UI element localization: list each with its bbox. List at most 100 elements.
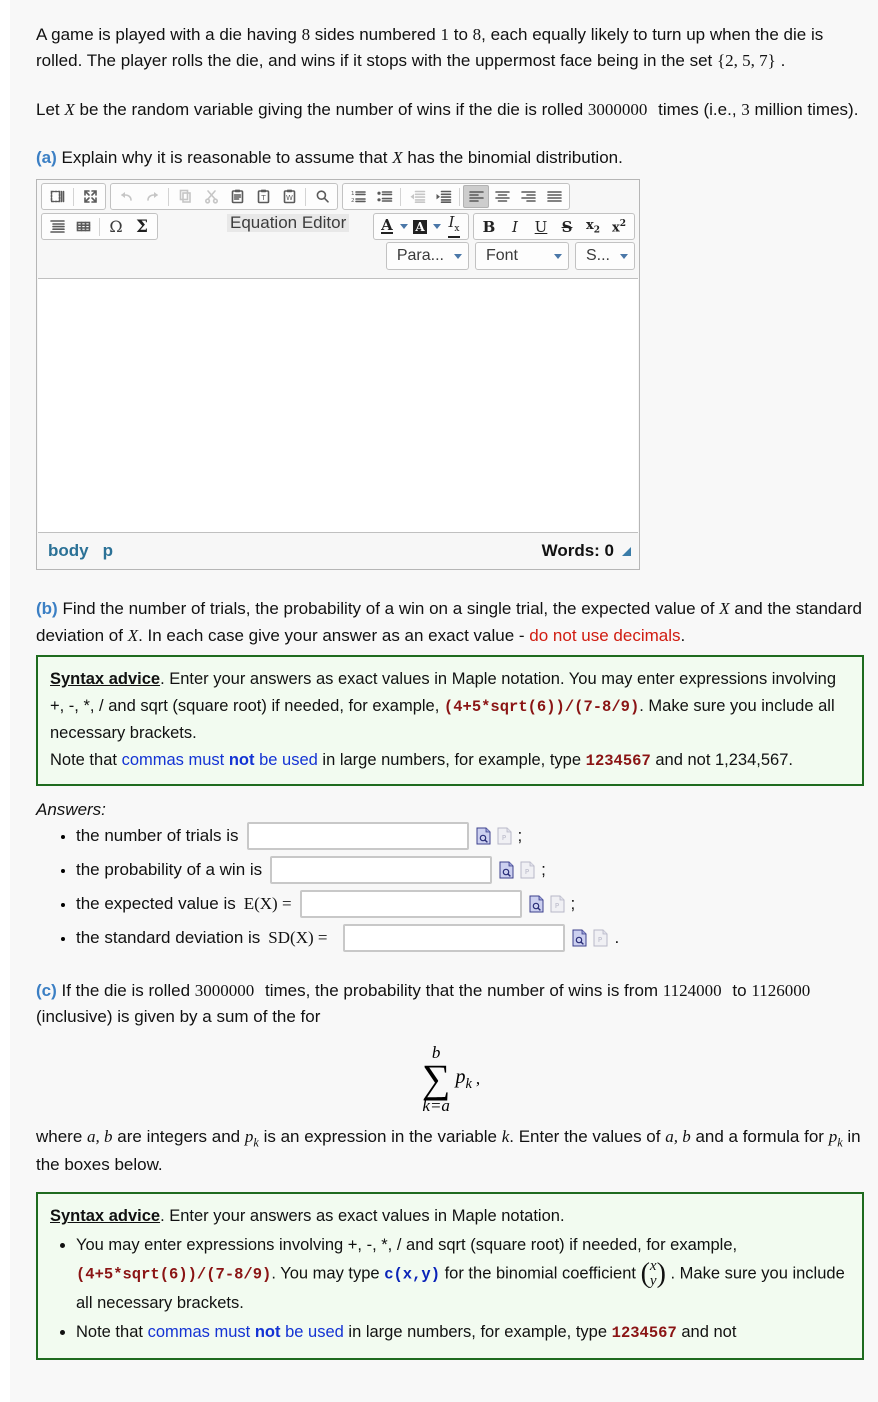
advice2-bullet2-b: in large numbers, for example, type: [348, 1322, 608, 1341]
background-color-icon[interactable]: A: [409, 215, 431, 238]
paragraph-format-select[interactable]: Para...: [385, 242, 469, 271]
align-left-icon[interactable]: [463, 185, 489, 209]
background-color-dropdown-caret[interactable]: [431, 215, 442, 238]
superscript-icon[interactable]: x2: [606, 215, 632, 238]
intro-millions: 3: [741, 99, 750, 119]
intro-number-from: 1: [440, 25, 450, 44]
special-char-icon[interactable]: Ω: [103, 215, 129, 238]
preview-answer-icon[interactable]: [476, 827, 491, 845]
justify-icon[interactable]: [541, 185, 567, 208]
source-icon[interactable]: [44, 185, 70, 208]
binom-bottom: y: [649, 1273, 657, 1290]
paste-word-icon[interactable]: W: [276, 185, 302, 208]
syntax-advice-1-paragraph: Syntax advice. Enter your answers as exa…: [50, 666, 850, 747]
advice2-bullet1-a: You may enter expressions involving +, -…: [76, 1236, 738, 1254]
advice2-bullet2-a: Note that: [76, 1322, 143, 1341]
resize-handle-icon[interactable]: [622, 546, 631, 556]
commas-note-mid: in large numbers, for example, type: [322, 750, 582, 769]
part-b-question: (b) Find the number of trials, the proba…: [36, 596, 866, 649]
binom-left-paren: (: [640, 1258, 650, 1290]
preview-answer-icon[interactable]: [572, 929, 587, 947]
answer-label: the probability of a win is: [76, 859, 263, 879]
toolbar-group-document: [41, 183, 106, 211]
answer-punctuation: .: [614, 927, 620, 947]
standard-deviation-input[interactable]: [343, 923, 566, 952]
intro-text-2c: times (i.e.,: [658, 99, 737, 119]
intro-text-2b: be the random variable giving the number…: [79, 99, 584, 119]
underline-icon[interactable]: U: [528, 215, 554, 238]
commas-note-code: 1234567: [585, 751, 651, 770]
intro-paragraph-1: A game is played with a die having 8 sid…: [36, 22, 866, 75]
toolbar-group-clipboard: T W: [110, 183, 338, 211]
font-select[interactable]: Font: [474, 242, 569, 271]
advice2-bullet1-code-1: (4+5*sqrt(6))/(7-8/9): [76, 1265, 272, 1284]
number-of-trials-input[interactable]: [246, 821, 469, 850]
advice2-bullet2-code: 1234567: [611, 1323, 677, 1342]
cut-icon[interactable]: [198, 185, 224, 208]
preview-answer-icon[interactable]: [529, 895, 544, 913]
paste-icon[interactable]: [224, 185, 250, 208]
redo-icon[interactable]: [139, 185, 165, 208]
part-b-text-1: Find the number of trials, the probabili…: [62, 599, 715, 619]
svg-text:W: W: [286, 194, 293, 202]
text-color-dropdown-caret[interactable]: [398, 215, 409, 238]
part-c-pk-2: pk: [829, 1127, 843, 1149]
part-b-text-3: . In each case give your answer as an ex…: [138, 625, 525, 645]
advice2-commas-not: not: [254, 1322, 281, 1341]
part-c-text-1: If the die is rolled: [61, 980, 191, 1000]
align-center-icon[interactable]: [489, 185, 515, 208]
intro-number-to: 8: [472, 25, 482, 44]
subscript-icon[interactable]: x2: [580, 215, 606, 238]
element-path-p[interactable]: p: [103, 541, 113, 561]
svg-text:P: P: [525, 868, 529, 876]
remove-format-icon[interactable]: Ix: [442, 214, 466, 238]
equation-editor-icon[interactable]: Σ: [129, 215, 155, 238]
rich-text-editor[interactable]: T W 1 2 Ω Σ Equation Editor A A Ix B I U…: [36, 179, 640, 571]
strikethrough-icon[interactable]: S: [554, 215, 580, 238]
editor-toolbar-row-1: T W 1 2: [37, 180, 639, 211]
syntax-advice-box-2: Syntax advice. Enter your answers as exa…: [36, 1192, 864, 1361]
part-c-pk-1: pk: [245, 1127, 259, 1149]
copy-icon[interactable]: [172, 185, 198, 208]
answer-row-expected-value: the expected value is E(X) = P: [76, 889, 866, 918]
editor-content-area[interactable]: [38, 278, 638, 534]
maximize-icon[interactable]: [77, 185, 103, 208]
outdent-icon[interactable]: [404, 185, 430, 208]
list-item: the number of trials is P: [76, 821, 866, 850]
sum-expression: b ∑ k=a pk ,: [422, 1044, 480, 1113]
syntax-advice-1-commas-note: Note that commas must not be used in lar…: [50, 747, 850, 774]
sum-trailing-comma: ,: [475, 1069, 481, 1088]
align-right-icon[interactable]: [515, 185, 541, 208]
sum-term-p: p: [455, 1065, 466, 1088]
part-c-follow-2: are integers and: [117, 1126, 241, 1146]
table-icon[interactable]: [70, 215, 96, 238]
answer-preview-disabled-icon: P: [593, 929, 608, 947]
font-size-label: S...: [585, 247, 610, 265]
preview-answer-icon[interactable]: [499, 861, 514, 879]
probability-of-win-input[interactable]: [270, 855, 493, 884]
bulleted-list-icon[interactable]: [371, 185, 397, 208]
numbered-list-icon[interactable]: 1 2: [345, 185, 371, 208]
svg-text:1: 1: [351, 191, 355, 197]
font-size-select[interactable]: S...: [574, 242, 635, 271]
indent-icon[interactable]: [430, 185, 456, 208]
syntax-advice-2-title: Syntax advice: [50, 1207, 161, 1226]
element-path-body[interactable]: body: [48, 541, 89, 561]
undo-icon[interactable]: [113, 185, 139, 208]
part-b-warning: do not use decimals: [529, 625, 681, 645]
syntax-advice-2-list: You may enter expressions involving +, -…: [50, 1232, 850, 1346]
answer-row-standard-deviation: the standard deviation is SD(X) =: [76, 923, 866, 952]
blockquote-icon[interactable]: [44, 215, 70, 238]
toolbar-group-basic-styles: B I U S x2 x2: [473, 213, 635, 241]
part-c-upper-bound: 1126000: [751, 980, 811, 1000]
find-icon[interactable]: [309, 185, 335, 208]
italic-icon[interactable]: I: [502, 215, 528, 238]
expected-value-input[interactable]: [299, 889, 522, 918]
sigma-icon: ∑: [421, 1056, 451, 1102]
text-color-icon[interactable]: A: [376, 215, 398, 238]
binomial-coefficient: ( x y ): [640, 1258, 666, 1291]
paragraph-format-label: Para...: [396, 247, 444, 265]
bold-icon[interactable]: B: [476, 215, 502, 238]
paste-text-icon[interactable]: T: [250, 185, 276, 208]
answer-punctuation: ;: [570, 893, 576, 913]
